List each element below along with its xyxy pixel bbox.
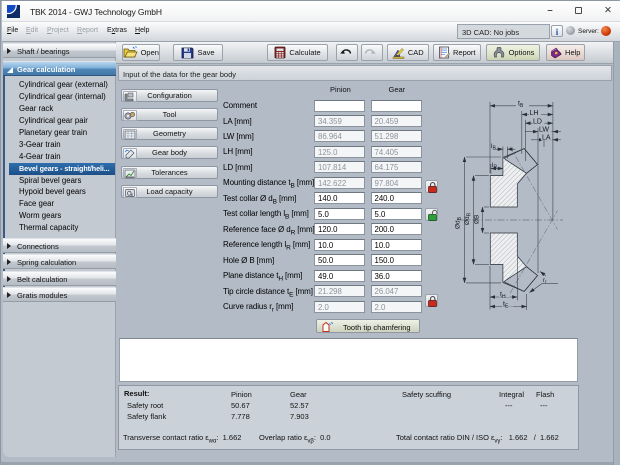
- svg-text:ØdR: ØdR: [464, 212, 473, 225]
- svg-text:LH: LH: [530, 110, 539, 117]
- svg-text:ØB: ØB: [474, 215, 481, 224]
- svg-text:lB: lB: [491, 143, 496, 152]
- svg-text:LW: LW: [539, 126, 549, 133]
- svg-text:LD: LD: [533, 119, 542, 126]
- svg-text:LA: LA: [542, 135, 551, 142]
- svg-text:rr: rr: [543, 278, 547, 284]
- svg-text:lR: lR: [492, 162, 497, 171]
- svg-text:ØdB: ØdB: [455, 216, 464, 229]
